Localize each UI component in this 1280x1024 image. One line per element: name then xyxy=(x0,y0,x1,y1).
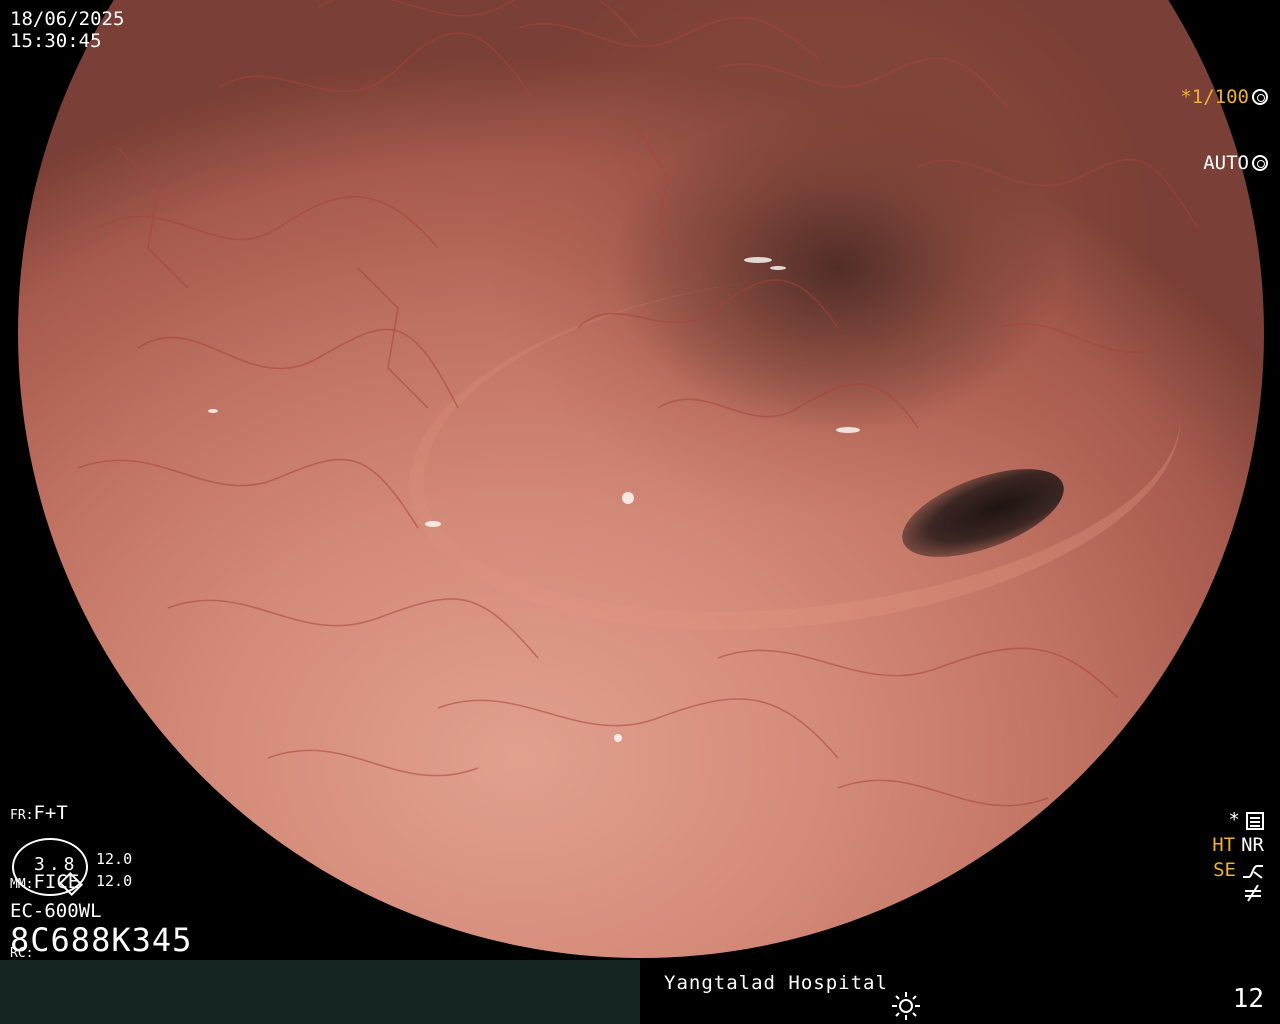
iris-icon xyxy=(1252,155,1268,171)
zoom-range: 12.0 12.0 xyxy=(96,848,132,892)
datetime-display: 18/06/2025 15:30:45 xyxy=(10,8,124,52)
endoscopic-view xyxy=(18,0,1264,958)
se-label: SE xyxy=(1213,859,1236,881)
fr-value: F+T xyxy=(33,802,68,824)
scope-model: EC-600WL xyxy=(10,900,102,922)
menu-icon xyxy=(1246,811,1264,830)
status-bar xyxy=(0,960,1280,1024)
curve-icon xyxy=(1243,864,1263,879)
shutter-text: *1/100 xyxy=(1180,86,1249,108)
enhancement-settings: * HT NR SE xyxy=(1212,808,1264,903)
vascular-pattern xyxy=(77,0,1199,807)
hospital-name: Yangtalad Hospital xyxy=(664,972,888,994)
date-text: 18/06/2025 xyxy=(10,8,125,30)
nr-label: NR xyxy=(1241,834,1264,856)
ht-label: HT xyxy=(1212,834,1236,856)
menu-star: * xyxy=(1228,809,1240,831)
zoom-range-top: 12.0 xyxy=(96,850,133,868)
not-equal-icon xyxy=(1245,884,1261,902)
zoom-range-bottom: 12.0 xyxy=(96,872,133,890)
serial-number: 8C688K345 xyxy=(10,921,193,959)
time-text: 15:30:45 xyxy=(10,30,102,52)
aperture-icon xyxy=(1252,89,1268,105)
image-count: 12 xyxy=(1232,984,1264,1014)
fr-label: FR: xyxy=(10,808,34,823)
status-bar-left-panel xyxy=(0,960,640,1024)
exposure-panel: *1/100 AUTO xyxy=(1180,42,1268,196)
exposure-mode-text: AUTO xyxy=(1203,152,1249,174)
light-icon xyxy=(892,992,920,1020)
